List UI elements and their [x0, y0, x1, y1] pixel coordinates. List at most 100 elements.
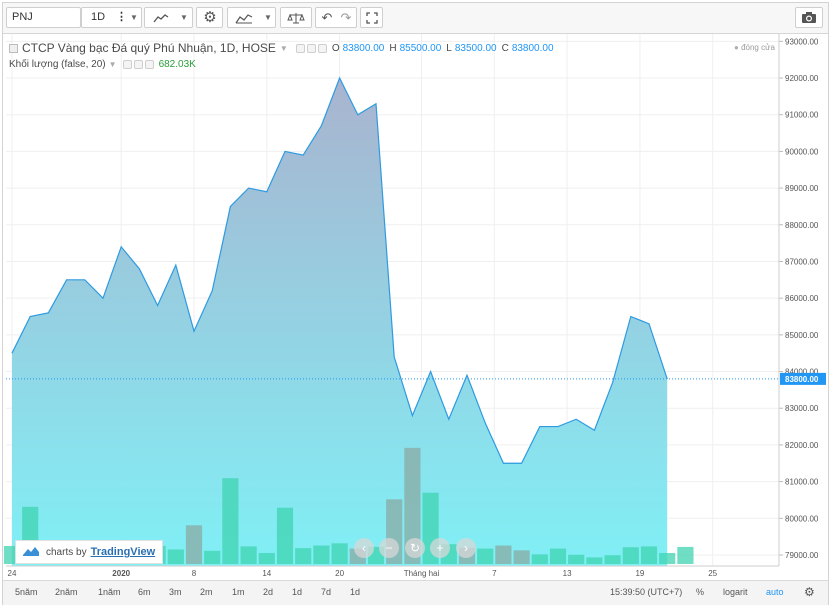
- reset-button[interactable]: ↻: [405, 538, 425, 558]
- tradingview-logo-icon: [22, 545, 40, 560]
- close-value: 83800.00: [511, 42, 554, 54]
- range-1y[interactable]: 1năm: [98, 587, 121, 597]
- scroll-left-button[interactable]: ‹: [354, 538, 374, 558]
- redo-icon[interactable]: ↷: [337, 8, 355, 27]
- chevron-down-icon[interactable]: ▼: [130, 8, 138, 27]
- clock-time: 15:39:50 (UTC+7): [610, 587, 683, 597]
- volume-value: 682.03K: [158, 59, 196, 70]
- settings-small-icon[interactable]: [306, 43, 316, 53]
- main-legend: CTCP Vàng bạc Đá quý Phú Nhuận, 1D, HOSE…: [9, 41, 554, 55]
- volume-bar: [604, 555, 621, 564]
- volume-bar: [222, 478, 239, 564]
- zoom-in-button[interactable]: +: [430, 538, 450, 558]
- x-tick-label: 13: [563, 569, 572, 578]
- y-tick-label: 79000.00: [785, 551, 819, 560]
- chevron-down-icon[interactable]: ▼: [280, 44, 288, 53]
- volume-bar: [531, 554, 548, 564]
- undo-icon[interactable]: ↶: [318, 8, 336, 27]
- last-price-label: 83800.00: [785, 375, 819, 384]
- y-tick-label: 86000.00: [785, 294, 819, 303]
- price-chart[interactable]: 79000.00 80000.00 81000.00 82000.00 83000.00…: [3, 34, 828, 579]
- x-tick-label: 2020: [112, 569, 130, 578]
- y-tick-label: 81000.00: [785, 478, 819, 487]
- x-tick-label: 25: [708, 569, 717, 578]
- gear-icon[interactable]: ⚙: [804, 585, 815, 599]
- y-tick-label: 92000.00: [785, 74, 819, 83]
- plus-icon: +: [436, 541, 444, 555]
- market-status-label: đóng cửa: [741, 43, 775, 52]
- y-tick-label: 91000.00: [785, 111, 819, 120]
- scale-balance-icon: [286, 8, 306, 27]
- symbol-input[interactable]: PNJ: [6, 7, 81, 28]
- indicators-icon: [234, 8, 254, 27]
- x-tick-label: 24: [8, 569, 17, 578]
- chart-style-selector[interactable]: ▼: [144, 7, 193, 28]
- close-small-icon[interactable]: [144, 60, 154, 69]
- open-key: O: [331, 42, 340, 54]
- range-1d[interactable]: 1d: [292, 587, 302, 597]
- interval-selector[interactable]: 1D ⋮ ▼: [81, 7, 142, 28]
- y-tick-label: 85000.00: [785, 331, 819, 340]
- range-6m[interactable]: 6m: [138, 587, 151, 597]
- volume-bar: [477, 548, 494, 564]
- eye-icon[interactable]: [122, 60, 132, 69]
- volume-bar: [295, 548, 312, 564]
- log-scale-toggle[interactable]: logarit: [723, 587, 748, 597]
- range-2m[interactable]: 2m: [200, 587, 213, 597]
- y-tick-label: 87000.00: [785, 257, 819, 266]
- volume-bar: [240, 546, 257, 564]
- branding-prefix: charts by: [46, 546, 87, 558]
- low-value: 83500.00: [454, 42, 497, 54]
- zoom-out-button[interactable]: −: [379, 538, 399, 558]
- volume-legend: Khối lượng (false, 20) ▼ 682.03K: [9, 59, 196, 70]
- volume-label: Khối lượng (false, 20): [9, 59, 106, 70]
- range-7d[interactable]: 7d: [321, 587, 331, 597]
- chevron-down-icon[interactable]: ▼: [264, 8, 272, 27]
- chevron-down-icon[interactable]: ▼: [180, 8, 188, 27]
- interval-label: 1D: [91, 11, 106, 23]
- fullscreen-button[interactable]: [360, 7, 383, 28]
- volume-bar: [568, 554, 585, 564]
- minus-icon: −: [385, 541, 393, 555]
- range-3m[interactable]: 3m: [169, 587, 182, 597]
- chevron-down-icon[interactable]: ▼: [109, 60, 117, 69]
- volume-bar: [331, 543, 348, 564]
- volume-bar: [276, 507, 294, 564]
- settings-small-icon[interactable]: [133, 60, 143, 69]
- low-key: L: [446, 42, 452, 54]
- symbol-label: PNJ: [12, 11, 33, 23]
- range-1d-intraday[interactable]: 1d: [350, 587, 360, 597]
- compare-button[interactable]: [280, 7, 312, 28]
- settings-button[interactable]: ⚙: [196, 7, 223, 28]
- eye-icon[interactable]: [295, 43, 305, 53]
- area-chart-icon: [152, 8, 170, 27]
- range-5y[interactable]: 5năm: [15, 587, 38, 597]
- volume-bar: [185, 525, 203, 564]
- auto-scale-toggle[interactable]: auto: [766, 587, 784, 597]
- collapse-legend-icon[interactable]: [9, 43, 18, 53]
- fullscreen-icon: [363, 8, 381, 27]
- tradingview-badge[interactable]: charts by TradingView: [15, 540, 163, 564]
- x-tick-label: 7: [492, 569, 497, 578]
- range-1m[interactable]: 1m: [232, 587, 245, 597]
- range-2y[interactable]: 2năm: [55, 587, 78, 597]
- branding-link[interactable]: TradingView: [91, 546, 156, 558]
- more-vertical-icon[interactable]: ⋮: [116, 8, 127, 27]
- volume-bar: [677, 546, 694, 564]
- percent-scale-toggle[interactable]: %: [696, 587, 704, 597]
- volume-bar: [586, 557, 603, 564]
- indicators-selector[interactable]: ▼: [227, 7, 276, 28]
- range-2d[interactable]: 2d: [263, 587, 273, 597]
- snapshot-button[interactable]: [795, 7, 823, 28]
- x-tick-label: 19: [635, 569, 644, 578]
- volume-bar: [258, 553, 275, 564]
- market-status: ● đóng cửa: [734, 43, 775, 52]
- volume-bar: [640, 546, 658, 564]
- bottom-toolbar: 5năm 2năm 1năm 6m 3m 2m 1m 2d 1d 7d 1d 1…: [3, 580, 828, 605]
- volume-bar: [622, 547, 639, 564]
- volume-bar: [659, 553, 676, 564]
- close-small-icon[interactable]: [317, 43, 327, 53]
- scroll-right-button[interactable]: ›: [456, 538, 476, 558]
- volume-bar: [167, 549, 184, 564]
- undo-redo-group: ↶ ↷: [315, 7, 357, 28]
